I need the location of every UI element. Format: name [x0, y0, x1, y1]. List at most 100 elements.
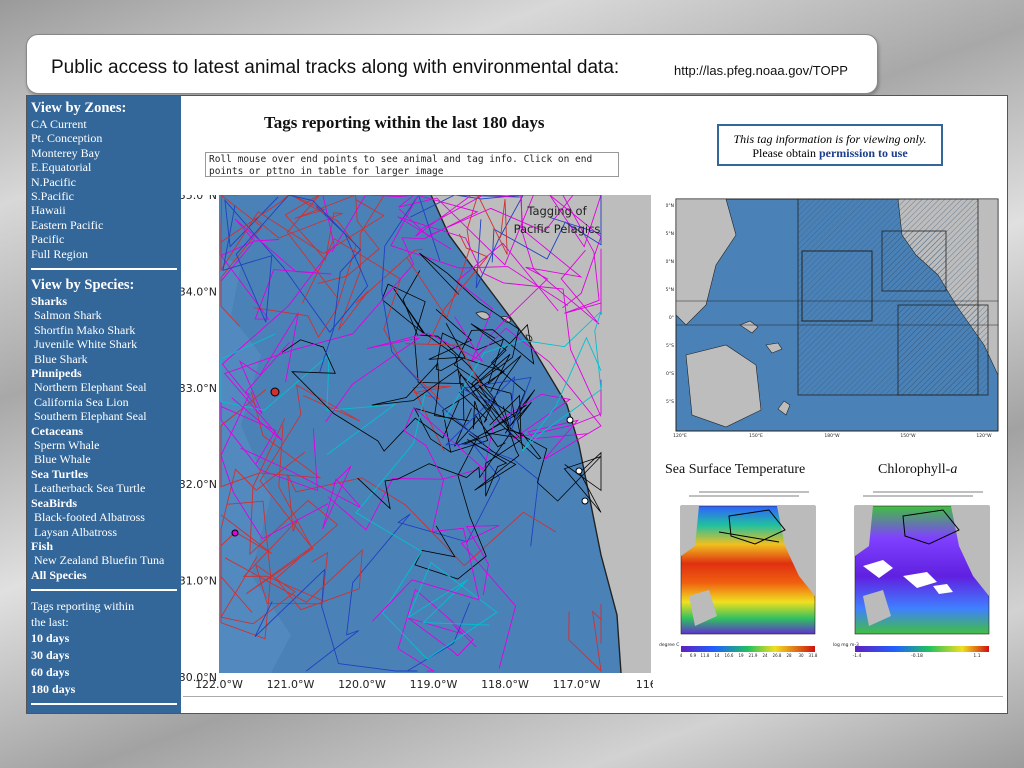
- title-url[interactable]: http://las.pfeg.noaa.gov/TOPP: [674, 63, 848, 78]
- overview-lat-axis: 60°N 45°N 30°N 15°N 0° 15°S 30°S 45°S: [666, 203, 674, 405]
- hint-textarea[interactable]: Roll mouse over end points to see animal…: [205, 152, 619, 177]
- species-link[interactable]: Leatherback Sea Turtle: [31, 481, 177, 495]
- main-content: Tags reporting within the last 180 days …: [181, 96, 1007, 713]
- sst-scale-label: 21.9: [749, 653, 758, 658]
- overview-lon-label: 150°W: [900, 433, 916, 439]
- zones-heading: View by Zones:: [31, 100, 127, 116]
- sst-scale-label: 16.6: [725, 653, 734, 658]
- overview-lat-label: 15°S: [666, 343, 674, 349]
- species-section: View by Species: Sharks Salmon Shark Short…: [31, 277, 177, 582]
- overview-lat-label: 30°S: [666, 371, 674, 377]
- zone-link[interactable]: Hawaii: [31, 203, 177, 217]
- map-label: Tagging of: [526, 204, 587, 218]
- species-link[interactable]: Sperm Whale: [31, 438, 177, 452]
- lat-tick-label: 32.0°N: [181, 478, 217, 491]
- content-frame: View by Zones: CA Current Pt. Conception M…: [26, 95, 1008, 714]
- sst-scale-label: 14: [714, 653, 720, 658]
- lat-tick-label: 33.0°N: [181, 382, 217, 395]
- sst-scale-label: 19: [738, 653, 744, 658]
- overview-map[interactable]: 60°N 45°N 30°N 15°N 0° 15°S 30°S 45°S 120°E 150°…: [666, 195, 1006, 439]
- chl-colorbar: [855, 646, 989, 652]
- zone-link[interactable]: Full Region: [31, 247, 177, 261]
- species-link[interactable]: Black-footed Albatross: [31, 510, 177, 524]
- track-endpoint[interactable]: [270, 387, 280, 397]
- sst-scale-label: 28: [786, 653, 792, 658]
- sst-title: Sea Surface Temperature: [665, 462, 806, 477]
- species-link[interactable]: New Zealand Bluefin Tuna: [31, 553, 177, 567]
- notice-line: Please obtain permission to use: [719, 146, 941, 160]
- divider: [31, 589, 177, 591]
- species-group-label: Pinnipeds: [31, 366, 82, 381]
- main-heading: Tags reporting within the last 180 days: [264, 113, 545, 132]
- species-link[interactable]: Southern Elephant Seal: [31, 409, 177, 423]
- map-label: Pacific Pelagics: [514, 222, 601, 236]
- zone-link[interactable]: Monterey Bay: [31, 146, 177, 160]
- sst-colorbar: [681, 646, 815, 652]
- sst-scale-label: 30: [798, 653, 804, 658]
- sst-scale-label: 11.8: [701, 653, 710, 658]
- species-link[interactable]: Salmon Shark: [31, 308, 177, 322]
- sst-scale-label: 4: [680, 653, 683, 658]
- sst-units: degree C: [659, 642, 679, 648]
- sst-scale-label: 31.8: [809, 653, 818, 658]
- permission-link[interactable]: permission to use: [819, 146, 908, 160]
- notice-italic: This tag information is for viewing only…: [733, 132, 927, 146]
- species-list: Sharks Salmon Shark Shortfin Mako Shark Juv…: [31, 294, 177, 568]
- overview-lon-label: 180°W: [824, 433, 840, 439]
- zone-box[interactable]: [897, 304, 989, 396]
- track-endpoint[interactable]: [231, 529, 239, 537]
- species-link[interactable]: Juvenile White Shark: [31, 337, 177, 351]
- days-option[interactable]: 180 days: [31, 681, 177, 698]
- species-link[interactable]: Blue Shark: [31, 352, 177, 366]
- track-endpoint[interactable]: [566, 416, 574, 424]
- bottom-divider: [183, 696, 1003, 697]
- species-link[interactable]: Shortfin Mako Shark: [31, 323, 177, 337]
- species-link[interactable]: Northern Elephant Seal: [31, 380, 177, 394]
- days-option[interactable]: 60 days: [31, 664, 177, 681]
- overview-lon-label: 120°W: [976, 433, 992, 439]
- zone-box[interactable]: [881, 230, 947, 292]
- sst-scale: 4 6.9 11.8 14 16.6 19 21.9 24 26.8 28 30 31.8: [680, 653, 818, 658]
- zone-link[interactable]: CA Current: [31, 117, 177, 131]
- track-endpoint[interactable]: [581, 497, 589, 505]
- chl-caption: [853, 490, 989, 500]
- sidebar: View by Zones: CA Current Pt. Conception M…: [27, 96, 181, 713]
- species-group-label: Sea Turtles: [31, 466, 89, 481]
- species-link[interactable]: Blue Whale: [31, 452, 177, 466]
- zone-link[interactable]: Pt. Conception: [31, 131, 177, 145]
- sst-thumbnail[interactable]: degree C 4 6.9 11.8 14 16.6 19 21.9 24 26.8 28 30 3…: [659, 486, 819, 658]
- chl-units: log mg m-3: [833, 642, 859, 648]
- zone-link[interactable]: S.Pacific: [31, 189, 177, 203]
- zone-list: CA Current Pt. Conception Monterey Bay E.Eq…: [31, 117, 177, 261]
- lon-tick-label: 116.: [636, 678, 653, 691]
- species-link[interactable]: Laysan Albatross: [31, 525, 177, 539]
- lon-tick-label: 122.0°W: [195, 678, 243, 691]
- sst-caption: [679, 490, 815, 500]
- chl-title-text: Chlorophyll-: [878, 462, 951, 477]
- track-endpoint[interactable]: [575, 467, 583, 475]
- title-box: Public access to latest animal tracks al…: [26, 34, 878, 94]
- days-option[interactable]: 30 days: [31, 647, 177, 664]
- lat-tick-label: 35.0°N: [181, 195, 217, 202]
- overview-lat-label: 45°S: [666, 399, 674, 405]
- latitude-axis: 35.0°N34.0°N33.0°N32.0°N31.0°N30.0°N: [181, 195, 217, 684]
- chlorophyll-thumbnail[interactable]: log mg m-3 -1.4 -0.18 1.1: [833, 486, 993, 658]
- species-link[interactable]: California Sea Lion: [31, 395, 177, 409]
- zone-link[interactable]: Eastern Pacific: [31, 218, 177, 232]
- sst-scale-label: 26.8: [773, 653, 782, 658]
- species-group-label: Fish: [31, 538, 54, 553]
- zone-link[interactable]: N.Pacific: [31, 175, 177, 189]
- lat-tick-label: 34.0°N: [181, 285, 217, 298]
- sst-scale-label: 6.9: [690, 653, 697, 658]
- zone-link[interactable]: E.Equatorial: [31, 160, 177, 174]
- zone-link[interactable]: Pacific: [31, 232, 177, 246]
- lon-tick-label: 118.0°W: [481, 678, 529, 691]
- species-group-label: Sharks: [31, 294, 68, 308]
- track-map[interactable]: Tagging of Pacific Pelagics 35.0°N 34.0°N…: [181, 195, 653, 696]
- lat-tick-label: 31.0°N: [181, 575, 217, 588]
- all-species-link[interactable]: All Species: [31, 568, 177, 582]
- overview-lon-label: 120°E: [673, 433, 687, 439]
- days-option[interactable]: 10 days: [31, 630, 177, 647]
- overview-lat-label: 60°N: [666, 203, 674, 209]
- lon-tick-label: 120.0°W: [338, 678, 386, 691]
